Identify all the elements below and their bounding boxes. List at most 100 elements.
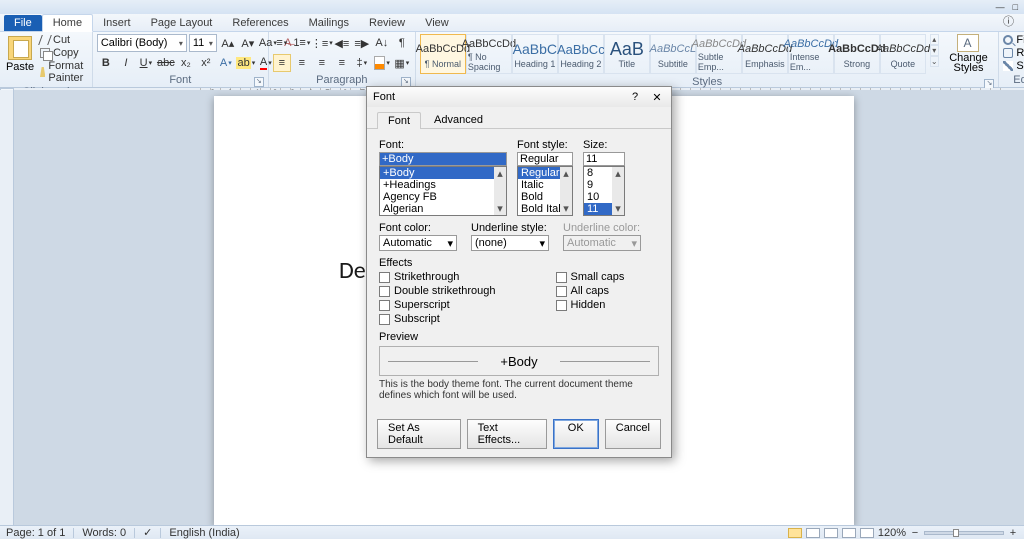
superscript-icon[interactable]: x² xyxy=(197,54,215,72)
tab-mailings[interactable]: Mailings xyxy=(299,15,359,31)
font-style-input[interactable] xyxy=(517,152,573,166)
style-item[interactable]: AaBbCcDdStrong xyxy=(834,34,880,74)
tab-home[interactable]: Home xyxy=(42,14,93,32)
style-item[interactable]: AaBbCcLSubtitle xyxy=(650,34,696,74)
zoom-out-button[interactable]: − xyxy=(910,527,920,539)
style-item[interactable]: AaBTitle xyxy=(604,34,650,74)
style-item[interactable]: AaBbCcDd¶ Normal xyxy=(420,34,466,74)
font-name-input[interactable] xyxy=(379,152,507,166)
show-marks-icon[interactable]: ¶ xyxy=(393,34,411,52)
tab-review[interactable]: Review xyxy=(359,15,415,31)
style-item[interactable]: AaBbCcDdEmphasis xyxy=(742,34,788,74)
dialog-tab-font[interactable]: Font xyxy=(377,112,421,129)
style-item[interactable]: AaBbCcDd¶ No Spacing xyxy=(466,34,512,74)
style-item[interactable]: AaBbCHeading 1 xyxy=(512,34,558,74)
find-button[interactable]: Find▾ xyxy=(1003,34,1024,46)
effect-checkbox[interactable]: Small caps xyxy=(556,271,625,283)
dialog-help-icon[interactable]: ? xyxy=(627,91,643,104)
list-item[interactable]: 12 xyxy=(584,215,624,216)
listbox-scrollbar[interactable]: ▴▾ xyxy=(560,167,572,215)
effect-checkbox[interactable]: Hidden xyxy=(556,299,625,311)
underline-icon[interactable]: U▾ xyxy=(137,54,155,72)
shading-icon[interactable]: ▾ xyxy=(373,54,391,72)
effect-checkbox[interactable]: Subscript xyxy=(379,313,496,325)
paste-button[interactable]: Paste xyxy=(4,34,36,75)
view-draft-icon[interactable] xyxy=(860,528,874,538)
replace-button[interactable]: Replace xyxy=(1003,47,1024,59)
ribbon-help-icon[interactable]: ⓘ xyxy=(993,11,1024,31)
style-item[interactable]: AaBbCcDdQuote xyxy=(880,34,926,74)
ok-button[interactable]: OK xyxy=(553,419,599,449)
effect-checkbox[interactable]: Superscript xyxy=(379,299,496,311)
tab-view[interactable]: View xyxy=(415,15,459,31)
underline-style-dropdown[interactable]: (none)▾ xyxy=(471,235,549,251)
format-painter-button[interactable]: Format Painter xyxy=(40,60,88,84)
effect-checkbox[interactable]: Strikethrough xyxy=(379,271,496,283)
list-item[interactable]: Algerian xyxy=(380,203,506,215)
view-outline-icon[interactable] xyxy=(842,528,856,538)
text-effects-icon[interactable]: A▾ xyxy=(217,54,235,72)
view-print-layout-icon[interactable] xyxy=(788,528,802,538)
status-proofing-icon[interactable]: ✓ xyxy=(143,526,152,539)
highlight-icon[interactable]: ab▾ xyxy=(237,54,255,72)
zoom-in-button[interactable]: + xyxy=(1008,527,1018,539)
status-page[interactable]: Page: 1 of 1 xyxy=(6,527,65,539)
font-name-combo[interactable]: Calibri (Body)▾ xyxy=(97,34,187,52)
change-styles-button[interactable]: Change Styles xyxy=(943,34,995,73)
tab-references[interactable]: References xyxy=(222,15,298,31)
copy-button[interactable]: Copy xyxy=(40,47,88,59)
font-size-combo[interactable]: 11▾ xyxy=(189,34,217,52)
effect-checkbox[interactable]: All caps xyxy=(556,285,625,297)
subscript-icon[interactable]: x₂ xyxy=(177,54,195,72)
align-center-icon[interactable]: ≡ xyxy=(293,54,311,72)
tab-file[interactable]: File xyxy=(4,15,42,31)
set-as-default-button[interactable]: Set As Default xyxy=(377,419,461,449)
sort-icon[interactable]: A↓ xyxy=(373,34,391,52)
multilevel-icon[interactable]: ⋮≡▾ xyxy=(313,34,331,52)
line-spacing-icon[interactable]: ‡▾ xyxy=(353,54,371,72)
style-item[interactable]: AaBbCcHeading 2 xyxy=(558,34,604,74)
style-item[interactable]: AaBbCcDdSubtle Emp... xyxy=(696,34,742,74)
cancel-button[interactable]: Cancel xyxy=(605,419,661,449)
font-style-listbox[interactable]: Regular Italic Bold Bold Italic ▴▾ xyxy=(517,166,573,216)
view-web-layout-icon[interactable] xyxy=(824,528,838,538)
styles-gallery-scroll[interactable]: ▴▾⌄ xyxy=(930,34,939,67)
list-item[interactable]: Arial xyxy=(380,215,506,216)
dialog-tab-advanced[interactable]: Advanced xyxy=(423,111,494,128)
select-button[interactable]: Select▾ xyxy=(1003,60,1024,72)
increase-indent-icon[interactable]: ≡▶ xyxy=(353,34,371,52)
listbox-scrollbar[interactable]: ▴▾ xyxy=(612,167,624,215)
list-item[interactable]: Agency FB xyxy=(380,191,506,203)
decrease-indent-icon[interactable]: ◀≡ xyxy=(333,34,351,52)
status-language[interactable]: English (India) xyxy=(169,527,239,539)
view-full-screen-icon[interactable] xyxy=(806,528,820,538)
numbering-icon[interactable]: 1≡▾ xyxy=(293,34,311,52)
font-color-dropdown[interactable]: Automatic▾ xyxy=(379,235,457,251)
cut-button[interactable]: Cut xyxy=(40,34,88,46)
tab-page-layout[interactable]: Page Layout xyxy=(141,15,223,31)
dialog-close-icon[interactable]: ✕ xyxy=(649,91,665,104)
effect-checkbox[interactable]: Double strikethrough xyxy=(379,285,496,297)
align-right-icon[interactable]: ≡ xyxy=(313,54,331,72)
font-size-input[interactable] xyxy=(583,152,625,166)
font-name-listbox[interactable]: +Body +Headings Agency FB Algerian Arial… xyxy=(379,166,507,216)
bullets-icon[interactable]: ≡▾ xyxy=(273,34,291,52)
font-size-listbox[interactable]: 8 9 10 11 12 ▴▾ xyxy=(583,166,625,216)
vertical-ruler[interactable] xyxy=(0,90,14,525)
shrink-font-icon[interactable]: A▾ xyxy=(239,34,257,52)
list-item[interactable]: +Headings xyxy=(380,179,506,191)
borders-icon[interactable]: ▦▾ xyxy=(393,54,411,72)
zoom-slider[interactable] xyxy=(924,531,1004,535)
list-item[interactable]: +Body xyxy=(380,167,506,179)
status-words[interactable]: Words: 0 xyxy=(82,527,126,539)
listbox-scrollbar[interactable]: ▴▾ xyxy=(494,167,506,215)
style-item[interactable]: AaBbCcDdIntense Em... xyxy=(788,34,834,74)
tab-insert[interactable]: Insert xyxy=(93,15,141,31)
strikethrough-icon[interactable]: abc xyxy=(157,54,175,72)
align-left-icon[interactable]: ≡ xyxy=(273,54,291,72)
dialog-titlebar[interactable]: Font ? ✕ xyxy=(367,87,671,107)
justify-icon[interactable]: ≡ xyxy=(333,54,351,72)
grow-font-icon[interactable]: A▴ xyxy=(219,34,237,52)
bold-icon[interactable]: B xyxy=(97,54,115,72)
italic-icon[interactable]: I xyxy=(117,54,135,72)
